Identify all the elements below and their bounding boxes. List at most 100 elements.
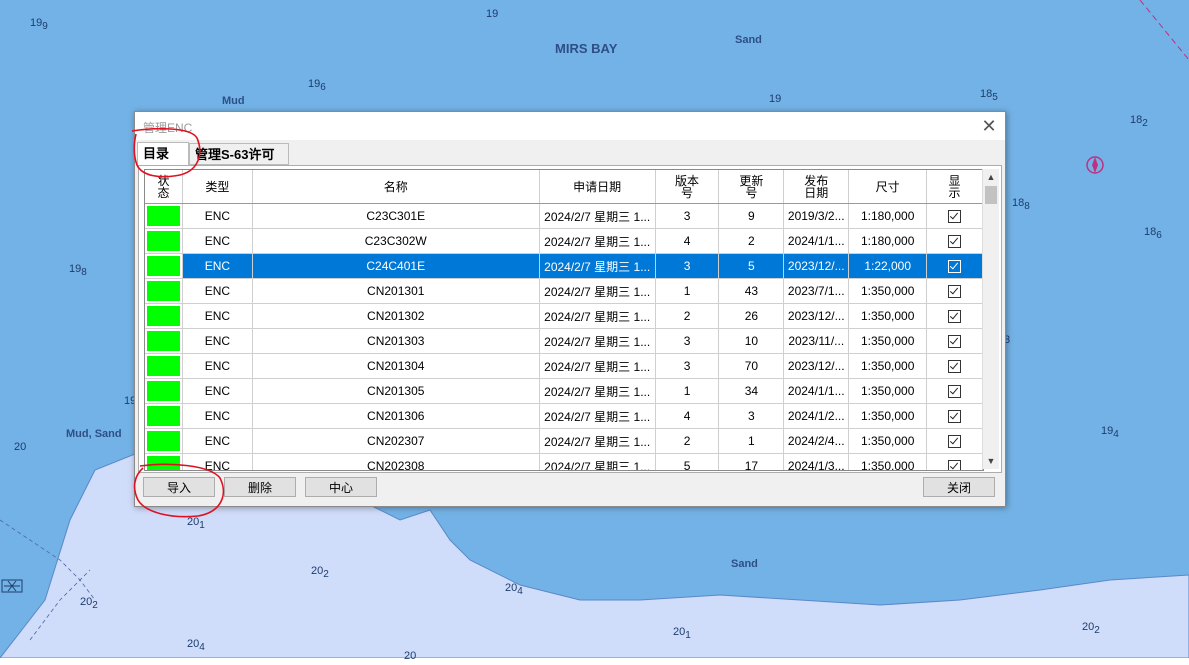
edition-cell: 3 — [655, 353, 720, 379]
update-cell: 3 — [718, 403, 785, 429]
issue-date-cell: 2023/12/... — [783, 353, 850, 379]
status-indicator — [147, 331, 180, 351]
name-cell: CN201303 — [252, 328, 540, 354]
import-button[interactable]: 导入 — [143, 477, 215, 497]
table-row[interactable]: ENC C23C301E 2024/2/7 星期三 1... 3 9 2019/3/2..… — [145, 203, 983, 229]
type-cell: ENC — [182, 203, 253, 229]
scroll-thumb[interactable] — [985, 186, 997, 204]
issue-date-cell: 2023/12/... — [783, 303, 850, 329]
display-checkbox[interactable] — [948, 460, 962, 470]
display-checkbox[interactable] — [948, 335, 962, 349]
update-cell: 10 — [718, 328, 785, 354]
display-cell — [926, 203, 983, 229]
table-row[interactable]: ENC CN201305 2024/2/7 星期三 1... 1 34 2024/1/1.… — [145, 378, 983, 404]
close-button[interactable]: 关闭 — [923, 477, 995, 497]
display-checkbox[interactable] — [948, 310, 962, 324]
scale-cell: 1:350,000 — [848, 278, 928, 304]
table-body: ENC C23C301E 2024/2/7 星期三 1... 3 9 2019/3/2..… — [145, 203, 983, 470]
issue-date-cell: 2024/1/1... — [783, 228, 850, 254]
column-header-display[interactable]: 显示 — [926, 170, 983, 204]
apply-date-cell: 2024/2/7 星期三 1... — [539, 228, 656, 254]
display-cell — [926, 353, 983, 379]
scale-cell: 1:350,000 — [848, 353, 928, 379]
display-cell — [926, 303, 983, 329]
display-checkbox[interactable] — [948, 410, 962, 424]
edition-cell: 1 — [655, 378, 720, 404]
scale-cell: 1:350,000 — [848, 453, 928, 470]
scale-cell: 1:180,000 — [848, 228, 928, 254]
status-indicator — [147, 406, 180, 426]
table-row[interactable]: ENC CN201306 2024/2/7 星期三 1... 4 3 2024/1/2..… — [145, 403, 983, 429]
edition-cell: 4 — [655, 228, 720, 254]
apply-date-cell: 2024/2/7 星期三 1... — [539, 403, 656, 429]
column-header-edition[interactable]: 版本号 — [655, 170, 720, 204]
scale-cell: 1:350,000 — [848, 303, 928, 329]
type-cell: ENC — [182, 303, 253, 329]
display-checkbox[interactable] — [948, 285, 962, 299]
column-header-scale[interactable]: 尺寸 — [848, 170, 928, 204]
status-cell — [145, 328, 183, 354]
table-row[interactable]: ENC CN202307 2024/2/7 星期三 1... 2 1 2024/2/4..… — [145, 428, 983, 454]
tab-s63-license[interactable]: 管理S-63许可证 — [189, 143, 289, 184]
display-cell — [926, 253, 983, 279]
table-row[interactable]: ENC CN202308 2024/2/7 星期三 1... 5 17 2024/1/3.… — [145, 453, 983, 470]
column-header-update[interactable]: 更新号 — [718, 170, 785, 204]
edition-cell: 3 — [655, 203, 720, 229]
column-header-name[interactable]: 名称 — [252, 170, 540, 204]
status-cell — [145, 228, 183, 254]
table-row[interactable]: ENC CN201301 2024/2/7 星期三 1... 1 43 2023/7/1.… — [145, 278, 983, 304]
depth-sounding: 204 — [187, 638, 205, 653]
table-row[interactable]: ENC CN201302 2024/2/7 星期三 1... 2 26 2023/12/.… — [145, 303, 983, 329]
vertical-scrollbar[interactable]: ▲ ▼ — [982, 169, 999, 469]
display-checkbox[interactable] — [948, 435, 962, 449]
name-cell: C23C301E — [252, 203, 540, 229]
status-cell — [145, 378, 183, 404]
column-header-apply-date[interactable]: 申请日期 — [539, 170, 656, 204]
center-button[interactable]: 中心 — [305, 477, 377, 497]
dialog-titlebar[interactable]: 管理ENC ✕ — [135, 112, 1005, 140]
column-header-status[interactable]: 状态 — [145, 170, 183, 204]
table-row[interactable]: ENC CN201304 2024/2/7 星期三 1... 3 70 2023/12/.… — [145, 353, 983, 379]
issue-date-cell: 2023/7/1... — [783, 278, 850, 304]
issue-date-cell: 2024/2/4... — [783, 428, 850, 454]
type-cell: ENC — [182, 328, 253, 354]
type-cell: ENC — [182, 453, 253, 470]
table-row[interactable]: ENC C24C401E 2024/2/7 星期三 1... 3 5 2023/12/..… — [145, 253, 983, 279]
name-cell: CN201305 — [252, 378, 540, 404]
update-cell: 70 — [718, 353, 785, 379]
scale-cell: 1:180,000 — [848, 203, 928, 229]
display-checkbox[interactable] — [948, 260, 962, 274]
display-checkbox[interactable] — [948, 210, 962, 224]
display-cell — [926, 278, 983, 304]
name-cell: CN201302 — [252, 303, 540, 329]
table-row[interactable]: ENC C23C302W 2024/2/7 星期三 1... 4 2 2024/1/1..… — [145, 228, 983, 254]
table-row[interactable]: ENC CN201303 2024/2/7 星期三 1... 3 10 2023/11/.… — [145, 328, 983, 354]
depth-sounding: 186 — [1144, 226, 1162, 241]
edition-cell: 3 — [655, 253, 720, 279]
catalog-panel: 状态 类型 名称 申请日期 版本号 更新号 发布日期 尺寸 显示 ENC C23C… — [138, 165, 1002, 473]
scroll-up-arrow-icon[interactable]: ▲ — [983, 169, 999, 185]
display-checkbox[interactable] — [948, 360, 962, 374]
delete-button[interactable]: 删除 — [224, 477, 296, 497]
update-cell: 5 — [718, 253, 785, 279]
display-checkbox[interactable] — [948, 385, 962, 399]
depth-sounding: 194 — [1101, 425, 1119, 440]
display-checkbox[interactable] — [948, 235, 962, 249]
status-indicator — [147, 206, 180, 226]
status-indicator — [147, 381, 180, 401]
edition-cell: 3 — [655, 328, 720, 354]
depth-sounding: 202 — [311, 565, 329, 580]
close-icon[interactable]: ✕ — [979, 116, 999, 136]
column-header-type[interactable]: 类型 — [182, 170, 253, 204]
scroll-down-arrow-icon[interactable]: ▼ — [983, 453, 999, 469]
tab-catalog[interactable]: 目录 — [137, 142, 189, 166]
apply-date-cell: 2024/2/7 星期三 1... — [539, 378, 656, 404]
issue-date-cell: 2024/1/2... — [783, 403, 850, 429]
display-cell — [926, 453, 983, 470]
scale-cell: 1:350,000 — [848, 428, 928, 454]
type-cell: ENC — [182, 353, 253, 379]
status-indicator — [147, 256, 180, 276]
name-cell: CN201304 — [252, 353, 540, 379]
type-cell: ENC — [182, 278, 253, 304]
column-header-issue-date[interactable]: 发布日期 — [783, 170, 850, 204]
